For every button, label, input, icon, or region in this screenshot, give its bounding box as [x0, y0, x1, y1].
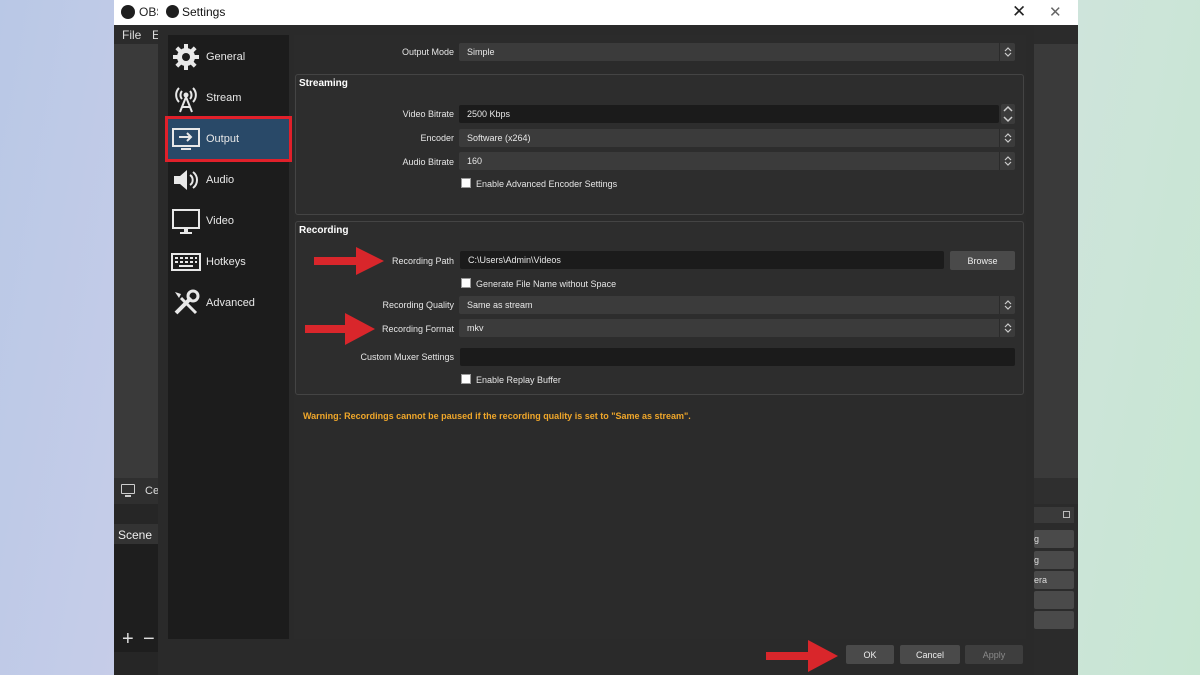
custom-muxer-label: Custom Muxer Settings — [360, 352, 454, 362]
remove-scene-icon[interactable]: − — [143, 628, 155, 651]
recording-quality-value: Same as stream — [467, 300, 533, 310]
encoder-label: Encoder — [420, 133, 454, 143]
keyboard-icon — [171, 253, 201, 271]
no-space-filename-checkbox[interactable] — [461, 278, 471, 288]
advanced-encoder-label: Enable Advanced Encoder Settings — [476, 179, 618, 189]
settings-dialog: Settings ✕ General Stream Output Audio V… — [158, 0, 1034, 675]
ok-button[interactable]: OK — [846, 645, 894, 664]
control-button[interactable] — [1034, 591, 1074, 609]
cancel-button[interactable]: Cancel — [900, 645, 960, 664]
tools-icon — [174, 289, 200, 315]
encoder-value: Software (x264) — [467, 133, 531, 143]
updown-arrows-icon — [999, 152, 1015, 170]
red-arrow-icon — [314, 247, 384, 275]
control-button[interactable] — [1034, 611, 1074, 629]
settings-titlebar — [158, 0, 1034, 25]
speaker-icon — [174, 170, 198, 190]
video-bitrate-label: Video Bitrate — [402, 109, 454, 119]
red-arrow-icon — [305, 313, 375, 345]
sidebar-item-label: Output — [206, 133, 240, 145]
no-space-filename-label: Generate File Name without Space — [476, 279, 617, 289]
control-button[interactable]: g — [1034, 551, 1074, 569]
replay-buffer-label: Enable Replay Buffer — [476, 375, 561, 385]
sidebar-item-label: Advanced — [206, 297, 255, 309]
sidebar-item-label: Audio — [206, 174, 235, 186]
settings-sidebar: General Stream Output Audio Video Hotkey… — [165, 35, 292, 639]
gear-icon — [173, 44, 199, 70]
replay-buffer-checkbox[interactable] — [461, 374, 471, 384]
audio-bitrate-label: Audio Bitrate — [402, 157, 454, 167]
sidebar-item-label: General — [206, 51, 246, 63]
obs-logo-icon — [166, 5, 179, 18]
recording-format-value: mkv — [467, 323, 484, 333]
monitor-icon — [172, 209, 200, 234]
recording-quality-select[interactable]: Same as stream — [459, 296, 1015, 314]
sidebar-item-video[interactable]: Video — [168, 201, 289, 241]
obs-close-icon[interactable]: ✕ — [1049, 3, 1062, 21]
streaming-group-title: Streaming — [299, 78, 348, 89]
monitor-icon — [121, 484, 135, 497]
settings-title: Settings — [182, 5, 226, 19]
output-mode-label: Output Mode — [401, 47, 454, 57]
close-icon[interactable]: ✕ — [1012, 2, 1026, 22]
audio-bitrate-select[interactable]: 160 — [459, 152, 1015, 170]
updown-arrows-icon — [999, 319, 1015, 337]
sidebar-item-general[interactable]: General — [168, 37, 289, 77]
output-monitor-icon — [172, 128, 200, 150]
scenes-label: Scene — [118, 528, 153, 542]
add-scene-icon[interactable]: + — [122, 628, 134, 651]
audio-bitrate-value: 160 — [467, 156, 483, 166]
updown-arrows-icon — [999, 129, 1015, 147]
custom-muxer-input[interactable] — [460, 348, 1015, 366]
warning-text: Warning: Recordings cannot be paused if … — [303, 411, 691, 421]
obs-logo-icon — [121, 5, 135, 19]
recording-quality-label: Recording Quality — [382, 300, 454, 310]
advanced-encoder-checkbox[interactable] — [461, 178, 471, 188]
recording-format-select[interactable]: mkv — [459, 319, 1015, 337]
sidebar-item-label: Hotkeys — [206, 256, 246, 268]
red-arrow-icon — [766, 640, 838, 672]
sidebar-item-label: Stream — [206, 92, 242, 104]
undock-icon[interactable] — [1063, 511, 1070, 518]
updown-arrows-icon — [999, 296, 1015, 314]
recording-group-title: Recording — [299, 225, 349, 236]
sidebar-item-label: Video — [206, 215, 234, 227]
spinbox-arrows-icon[interactable] — [1001, 104, 1015, 124]
control-button[interactable]: era — [1034, 571, 1074, 589]
apply-button[interactable]: Apply — [965, 645, 1023, 664]
broadcast-tower-icon — [175, 87, 197, 113]
recording-path-input[interactable]: C:\Users\Admin\Videos — [460, 251, 944, 269]
output-mode-select[interactable]: Simple — [459, 43, 1015, 61]
encoder-select[interactable]: Software (x264) — [459, 129, 1015, 147]
updown-arrows-icon — [999, 43, 1015, 61]
control-button[interactable]: g — [1034, 530, 1074, 548]
output-mode-value: Simple — [467, 47, 495, 57]
video-bitrate-input[interactable]: 2500 Kbps — [459, 105, 999, 123]
browse-button[interactable]: Browse — [950, 251, 1015, 270]
menu-file[interactable]: File — [122, 28, 141, 42]
